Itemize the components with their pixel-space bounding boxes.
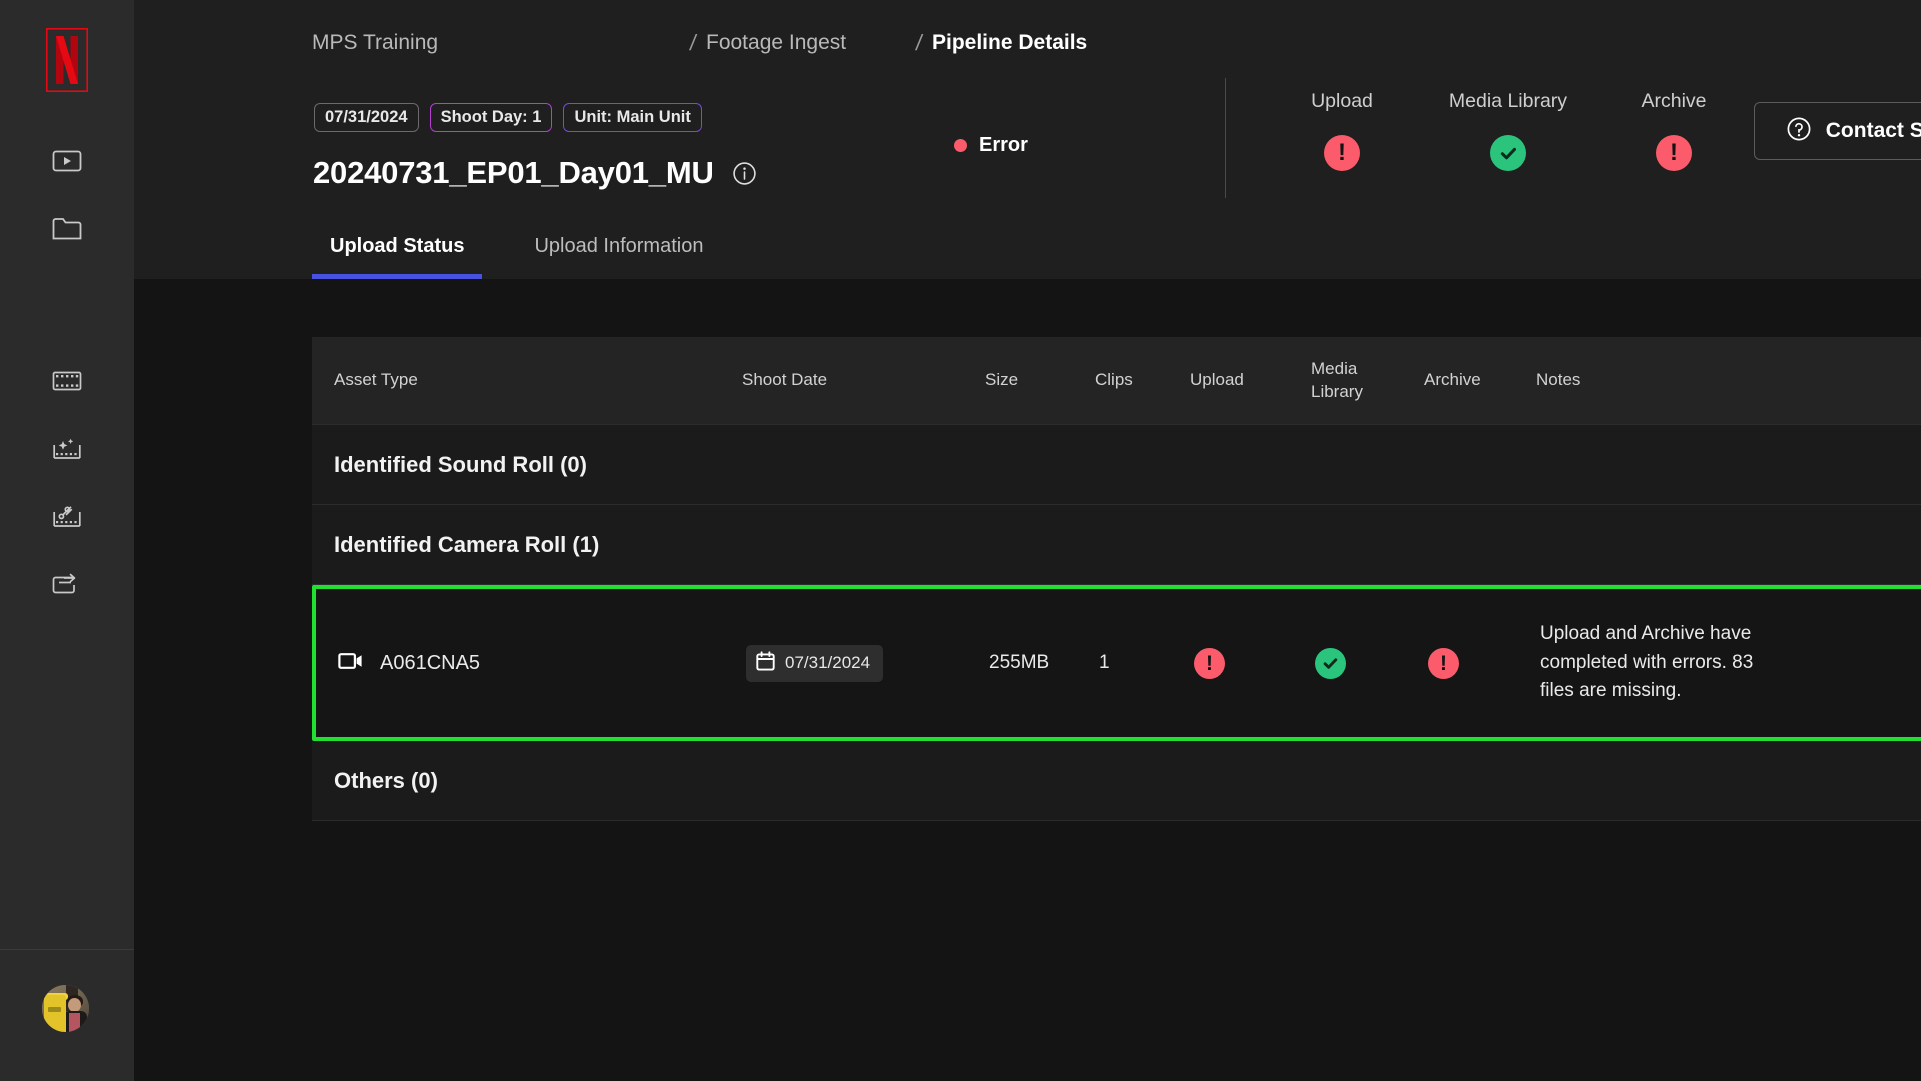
breadcrumb-separator: / — [688, 30, 698, 55]
cell-shoot-date: 07/31/2024 — [746, 644, 989, 682]
tab-bar: Upload Status Upload Information — [312, 225, 721, 279]
column-header-media-library: Media Library — [1311, 358, 1363, 401]
cell-size: 255MB — [989, 652, 1050, 673]
error-icon: ! — [1194, 647, 1225, 679]
app-root: MPS Training / Footage Ingest / Pipeline… — [0, 0, 1921, 1081]
sidebar-nav — [0, 0, 134, 619]
cell-upload-status: ! — [1194, 647, 1315, 679]
breadcrumb-item-mps-training[interactable]: MPS Training — [312, 31, 680, 55]
asset-name: A061CNA5 — [380, 651, 481, 674]
page-header: MPS Training / Footage Ingest / Pipeline… — [134, 0, 1921, 279]
column-header-asset-type: Asset Type — [334, 370, 418, 390]
sidebar-item-folder[interactable] — [0, 195, 134, 263]
column-header-size: Size — [985, 370, 1019, 390]
status-badge: Error — [954, 134, 1028, 157]
group-row-sound-roll[interactable]: Identified Sound Roll (0) — [312, 425, 1921, 505]
badge-shoot-day: Shoot Day: 1 — [429, 103, 553, 133]
success-check-icon — [1490, 135, 1526, 171]
pipeline-step-archive: Archive ! — [1591, 90, 1757, 171]
success-check-icon — [1315, 647, 1346, 679]
status-label: Error — [979, 134, 1028, 156]
tab-upload-information[interactable]: Upload Information — [516, 225, 721, 279]
cell-media-library-status — [1315, 647, 1428, 679]
video-player-icon — [52, 150, 82, 172]
breadcrumb-separator: / — [914, 30, 924, 55]
error-icon: ! — [1324, 135, 1360, 171]
page-title: 20240731_EP01_Day01_MU — [313, 155, 714, 190]
cell-asset-type: A061CNA5 — [316, 651, 746, 676]
sidebar — [0, 0, 134, 1081]
shoot-date-value: 07/31/2024 — [785, 653, 871, 672]
folder-icon — [52, 217, 82, 241]
metadata-badges: 07/31/2024 Shoot Day: 1 Unit: Main Unit — [314, 103, 702, 133]
tab-upload-status[interactable]: Upload Status — [312, 225, 483, 279]
cell-notes: Upload and Archive have completed with e… — [1540, 623, 1754, 702]
status-dot-icon — [954, 139, 967, 152]
sidebar-item-film-effects[interactable] — [0, 415, 134, 483]
content-area: Asset Type Shoot Date Size Clips Upload … — [134, 279, 1921, 1081]
calendar-icon — [756, 650, 775, 676]
title-row: 20240731_EP01_Day01_MU — [313, 155, 757, 191]
pipeline-step-label: Upload — [1311, 90, 1373, 112]
film-sparkle-icon — [52, 437, 82, 461]
cell-clips: 1 — [1099, 652, 1110, 673]
sidebar-item-clapperboard[interactable] — [0, 551, 134, 619]
cell-archive-status: ! — [1428, 647, 1540, 679]
group-row-others[interactable]: Others (0) — [312, 741, 1921, 821]
pipeline-steps: Upload ! Media Library Archive ! — [1259, 90, 1757, 171]
pipeline-step-label: Archive — [1641, 90, 1707, 112]
sidebar-divider — [0, 949, 134, 950]
column-header-clips: Clips — [1095, 370, 1133, 390]
pipeline-step-upload: Upload ! — [1259, 90, 1425, 171]
column-header-upload: Upload — [1190, 370, 1244, 390]
breadcrumb-item-footage-ingest[interactable]: Footage Ingest — [706, 31, 906, 55]
table-header-row: Asset Type Shoot Date Size Clips Upload … — [312, 337, 1921, 425]
camera-video-icon — [338, 651, 364, 676]
group-label: Identified Camera Roll (1) — [334, 531, 600, 557]
date-chip: 07/31/2024 — [746, 644, 884, 682]
breadcrumb-item-pipeline-details: Pipeline Details — [932, 31, 1088, 54]
column-header-archive: Archive — [1424, 370, 1481, 390]
sidebar-item-film-edit[interactable] — [0, 483, 134, 551]
upload-status-table: Asset Type Shoot Date Size Clips Upload … — [312, 337, 1921, 821]
question-circle-icon — [1786, 116, 1812, 147]
breadcrumb: MPS Training / Footage Ingest / Pipeline… — [312, 28, 1087, 58]
avatar[interactable] — [42, 985, 89, 1032]
group-row-camera-roll[interactable]: Identified Camera Roll (1) — [312, 505, 1921, 585]
column-header-notes: Notes — [1536, 370, 1581, 390]
group-label: Identified Sound Roll (0) — [334, 451, 587, 477]
pipeline-step-label: Media Library — [1448, 90, 1568, 112]
netflix-logo[interactable] — [45, 27, 90, 93]
film-scissors-icon — [52, 505, 82, 529]
error-icon: ! — [1428, 647, 1459, 679]
contact-support-button[interactable]: Contact Support — [1754, 102, 1921, 160]
main-area: MPS Training / Footage Ingest / Pipeline… — [134, 0, 1921, 1081]
badge-shoot-date: 07/31/2024 — [314, 103, 419, 133]
group-label: Others (0) — [334, 767, 438, 793]
table-row[interactable]: A061CNA5 07/31/2024 255MB 1 ! ! Upload a… — [312, 585, 1921, 741]
clapperboard-arrow-icon — [52, 573, 82, 597]
error-icon: ! — [1656, 135, 1692, 171]
header-divider — [1225, 78, 1226, 198]
film-strip-icon — [52, 370, 82, 392]
column-header-shoot-date: Shoot Date — [742, 370, 828, 390]
sidebar-item-film-strip[interactable] — [0, 347, 134, 415]
info-circle-icon[interactable] — [732, 161, 757, 186]
contact-support-label: Contact Support — [1825, 119, 1921, 142]
pipeline-step-media-library: Media Library — [1425, 90, 1591, 171]
badge-unit: Unit: Main Unit — [563, 103, 702, 133]
sidebar-item-player[interactable] — [0, 127, 134, 195]
